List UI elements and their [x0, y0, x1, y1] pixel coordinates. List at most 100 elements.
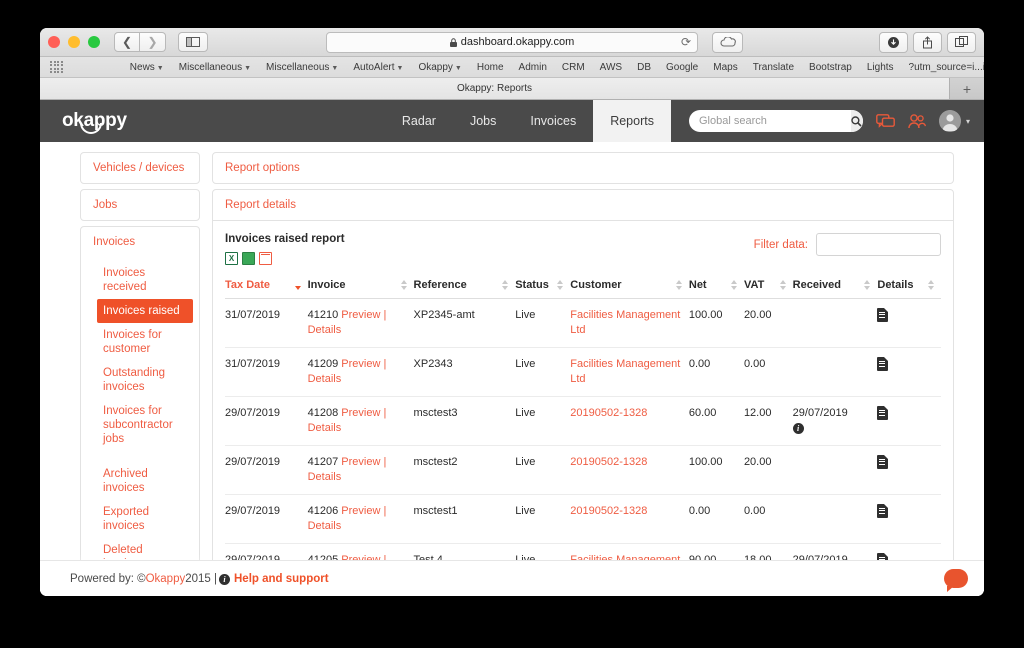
- icloud-tabs-button[interactable]: [712, 31, 743, 53]
- sidebar-item-invoices-raised[interactable]: Invoices raised: [97, 299, 193, 323]
- sidebar-item-exported-invoices[interactable]: Exported invoices: [81, 500, 199, 538]
- logo-swoosh-icon: [80, 123, 102, 134]
- column-header-reference[interactable]: Reference: [413, 277, 516, 299]
- column-header-customer[interactable]: Customer: [570, 277, 689, 299]
- report-details-panel-header[interactable]: Report details: [212, 189, 954, 221]
- minimize-window-button[interactable]: [68, 36, 80, 48]
- customer-link[interactable]: 20190502-1328: [570, 407, 647, 419]
- nav-item-radar[interactable]: Radar: [385, 100, 453, 142]
- messages-button[interactable]: [876, 113, 895, 129]
- bookmark-autoalert[interactable]: AutoAlert ▼: [353, 62, 403, 73]
- table-row[interactable]: 31/07/2019 41209 Preview | Details XP2343 L…: [225, 347, 941, 397]
- sidebar-item-invoices-for-customer[interactable]: Invoices for customer: [81, 323, 199, 361]
- reload-icon[interactable]: ⟳: [681, 35, 691, 49]
- bookmark-db[interactable]: DB: [637, 62, 651, 73]
- footer-brand-link[interactable]: Okappy: [146, 573, 186, 585]
- document-icon[interactable]: [877, 455, 889, 469]
- close-window-button[interactable]: [48, 36, 60, 48]
- details-link[interactable]: Details: [308, 324, 342, 336]
- document-icon[interactable]: [877, 504, 889, 518]
- customer-link[interactable]: Facilities Management Ltd: [570, 358, 680, 385]
- nav-item-invoices[interactable]: Invoices: [513, 100, 593, 142]
- preview-link[interactable]: Preview: [341, 309, 380, 321]
- table-row[interactable]: 29/07/2019 41207 Preview | Details msctest…: [225, 445, 941, 495]
- column-header-vat[interactable]: VAT: [743, 277, 793, 299]
- toolbar-right-icons: [879, 31, 976, 53]
- bookmark-miscellaneous-2[interactable]: Miscellaneous ▼: [266, 62, 338, 73]
- new-tab-button[interactable]: +: [950, 78, 984, 99]
- sort-indicator-icon: [400, 280, 407, 290]
- share-button[interactable]: [913, 31, 942, 53]
- export-excel-icon[interactable]: X: [225, 252, 238, 265]
- cell-customer: Facilities Management Ltd: [570, 347, 689, 397]
- preview-link[interactable]: Preview: [341, 358, 380, 370]
- customer-link[interactable]: 20190502-1328: [570, 505, 647, 517]
- customer-link[interactable]: Facilities Management Ltd: [570, 309, 680, 336]
- table-row[interactable]: 29/07/2019 41206 Preview | Details msctest…: [225, 494, 941, 544]
- bookmark-okappy[interactable]: Okappy ▼: [418, 62, 461, 73]
- bookmark-maps[interactable]: Maps: [713, 62, 737, 73]
- preview-link[interactable]: Preview: [341, 456, 380, 468]
- details-link[interactable]: Details: [308, 520, 342, 532]
- column-header-tax-date[interactable]: Tax Date: [225, 277, 308, 299]
- column-header-received[interactable]: Received: [792, 277, 878, 299]
- filter-input[interactable]: [816, 233, 941, 256]
- help-and-support-link[interactable]: Help and support: [234, 573, 329, 585]
- sidebar-panel-jobs[interactable]: Jobs: [80, 189, 200, 221]
- sidebar-item-invoices-for-subcontractor-jobs[interactable]: Invoices for subcontractor jobs: [81, 399, 199, 451]
- okappy-logo[interactable]: okappy: [40, 100, 149, 142]
- bookmark-home[interactable]: Home: [477, 62, 504, 73]
- sidebar-toggle-button[interactable]: [178, 32, 208, 52]
- contacts-button[interactable]: [908, 113, 926, 129]
- table-row[interactable]: 31/07/2019 41210 Preview | Details XP2345-…: [225, 298, 941, 348]
- preview-link[interactable]: Preview: [341, 407, 380, 419]
- show-all-tabs-button[interactable]: [947, 31, 976, 53]
- email-report-icon[interactable]: [259, 252, 272, 265]
- sidebar-panel-title[interactable]: Invoices: [81, 227, 199, 257]
- maximize-window-button[interactable]: [88, 36, 100, 48]
- export-csv-icon[interactable]: [242, 252, 255, 265]
- bookmark-lights[interactable]: Lights: [867, 62, 894, 73]
- table-row[interactable]: 29/07/2019 41208 Preview | Details msctest…: [225, 396, 941, 446]
- report-options-panel[interactable]: Report options: [212, 152, 954, 184]
- details-link[interactable]: Details: [308, 422, 342, 434]
- bookmark-aws[interactable]: AWS: [600, 62, 622, 73]
- preview-link[interactable]: Preview: [341, 505, 380, 517]
- document-icon[interactable]: [877, 357, 889, 371]
- bookmark-admin[interactable]: Admin: [519, 62, 547, 73]
- info-icon[interactable]: i: [792, 423, 804, 434]
- back-button[interactable]: ❮: [114, 32, 140, 52]
- bookmark-news[interactable]: News ▼: [130, 62, 164, 73]
- bookmark-crm[interactable]: CRM: [562, 62, 585, 73]
- chat-launcher-button[interactable]: [944, 569, 968, 592]
- forward-button[interactable]: ❯: [140, 32, 166, 52]
- tab-okappy-reports[interactable]: Okappy: Reports: [40, 78, 950, 99]
- sidebar-panel-vehicles[interactable]: Vehicles / devices: [80, 152, 200, 184]
- bookmark-translate[interactable]: Translate: [753, 62, 794, 73]
- details-link[interactable]: Details: [308, 373, 342, 385]
- bookmark-miscellaneous-1[interactable]: Miscellaneous ▼: [179, 62, 251, 73]
- document-icon[interactable]: [877, 406, 889, 420]
- sidebar-item-outstanding-invoices[interactable]: Outstanding invoices: [81, 361, 199, 399]
- sidebar-item-archived-invoices[interactable]: Archived invoices: [81, 462, 199, 500]
- nav-item-jobs[interactable]: Jobs: [453, 100, 513, 142]
- global-search-button[interactable]: [850, 110, 863, 132]
- downloads-button[interactable]: [879, 31, 908, 53]
- user-menu[interactable]: ▾: [938, 110, 970, 132]
- column-header-status[interactable]: Status: [515, 277, 571, 299]
- show-favorites-icon[interactable]: [50, 60, 63, 74]
- details-link[interactable]: Details: [308, 471, 342, 483]
- bookmark-utm-source[interactable]: ?utm_source=i...ign=internal: [909, 62, 984, 73]
- url-bar[interactable]: dashboard.okappy.com ⟳: [326, 31, 698, 53]
- bookmark-bootstrap[interactable]: Bootstrap: [809, 62, 852, 73]
- bookmark-google[interactable]: Google: [666, 62, 698, 73]
- column-header-net[interactable]: Net: [688, 277, 744, 299]
- column-header-details[interactable]: Details: [877, 277, 941, 299]
- global-search-input[interactable]: [688, 110, 851, 132]
- document-icon[interactable]: [877, 308, 889, 322]
- column-header-invoice[interactable]: Invoice: [307, 277, 414, 299]
- sidebar-item-invoices-received[interactable]: Invoices received: [81, 261, 199, 299]
- table-header-row: Tax Date Invoice Reference Status Custom…: [225, 277, 941, 299]
- customer-link[interactable]: 20190502-1328: [570, 456, 647, 468]
- nav-item-reports[interactable]: Reports: [593, 100, 671, 142]
